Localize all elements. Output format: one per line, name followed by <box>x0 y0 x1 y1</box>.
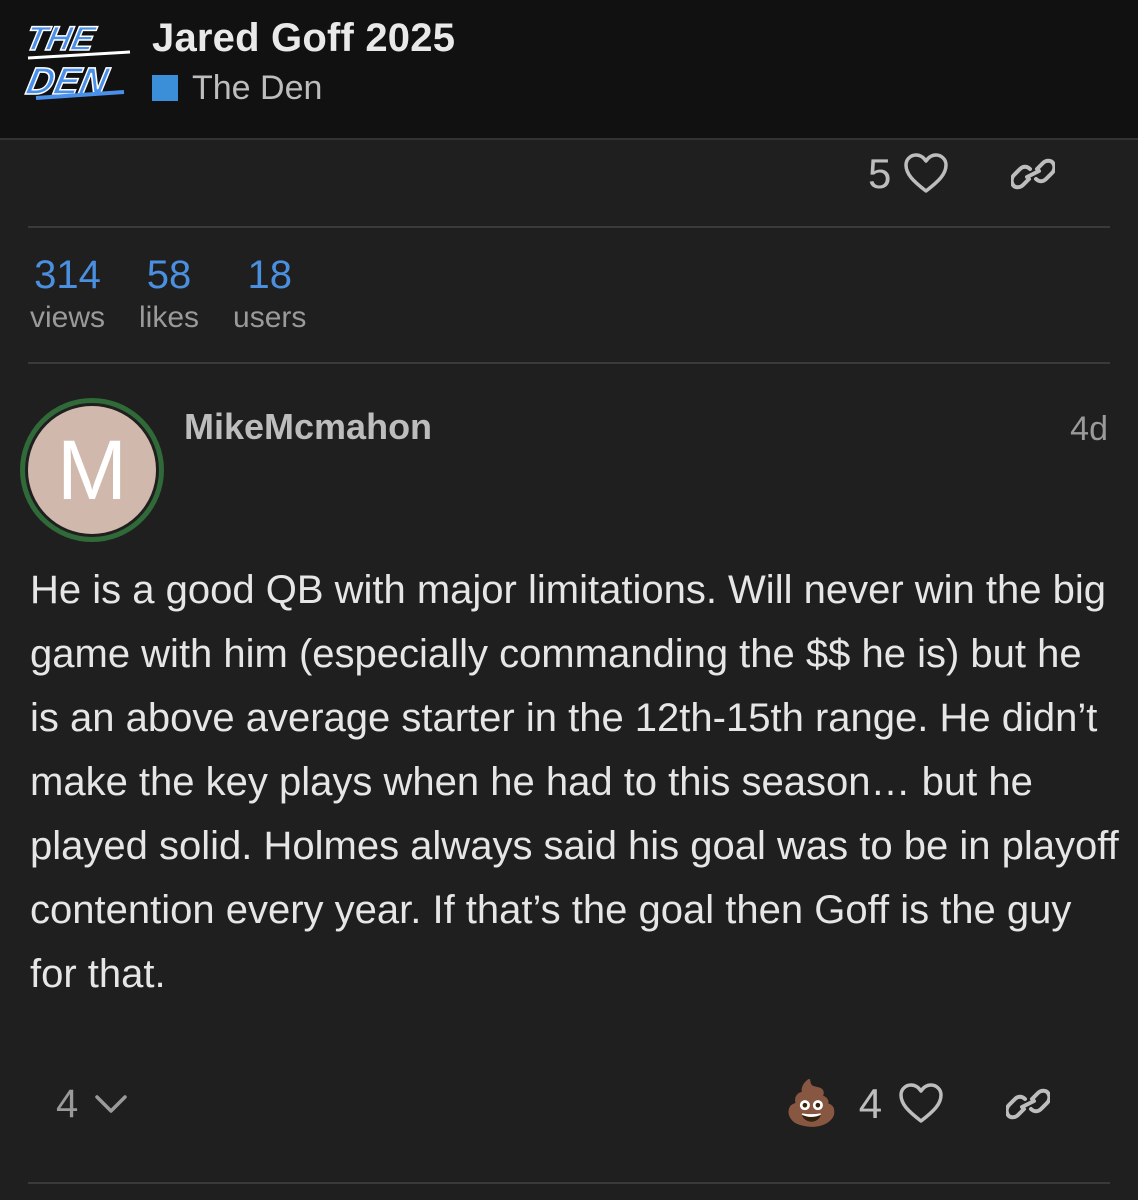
post-username[interactable]: MikeMcmahon <box>184 406 432 448</box>
category-badge[interactable]: The Den <box>152 68 322 108</box>
prev-like-count: 5 <box>868 150 892 197</box>
reply-count: 4 <box>56 1081 79 1126</box>
topic-title[interactable]: Jared Goff 2025 <box>152 16 455 61</box>
topic-stats: 314 views 58 likes 18 users <box>30 250 340 336</box>
poop-reaction-icon[interactable]: 💩 <box>784 1082 839 1126</box>
prev-post-actions: 5 <box>868 146 1056 202</box>
share-link-icon[interactable] <box>1006 1087 1051 1121</box>
divider-bottom <box>28 1182 1110 1184</box>
views-count: 314 <box>34 253 101 297</box>
likes-label: likes <box>139 301 200 334</box>
replies-toggle[interactable]: 4 <box>56 1076 128 1132</box>
share-link-icon[interactable] <box>1011 157 1056 191</box>
topic-header: THE DEN Jared Goff 2025 The Den <box>0 0 1138 140</box>
post-like-count: 4 <box>858 1080 883 1127</box>
stat-likes: 58 likes <box>139 250 199 336</box>
post-age[interactable]: 4d <box>1070 410 1108 449</box>
post-actions: 💩 4 <box>784 1076 1051 1132</box>
avatar[interactable]: M <box>20 398 164 542</box>
category-color-square <box>152 75 178 101</box>
svg-text:THE: THE <box>24 20 99 58</box>
divider-stats <box>28 362 1110 364</box>
likes-count: 58 <box>146 253 192 297</box>
divider-top <box>28 226 1110 228</box>
category-name: The Den <box>192 68 323 107</box>
avatar-letter: M <box>28 406 156 534</box>
like-heart-icon[interactable] <box>903 153 949 195</box>
users-label: users <box>233 301 307 334</box>
users-count: 18 <box>247 253 292 297</box>
post-body: He is a good QB with major limitations. … <box>30 568 1119 996</box>
stat-views: 314 views <box>30 250 105 336</box>
chevron-down-icon <box>94 1093 128 1115</box>
the-den-logo[interactable]: THE DEN <box>24 12 136 104</box>
stat-users: 18 users <box>233 250 306 336</box>
like-heart-icon[interactable] <box>898 1083 944 1125</box>
views-label: views <box>30 301 106 334</box>
